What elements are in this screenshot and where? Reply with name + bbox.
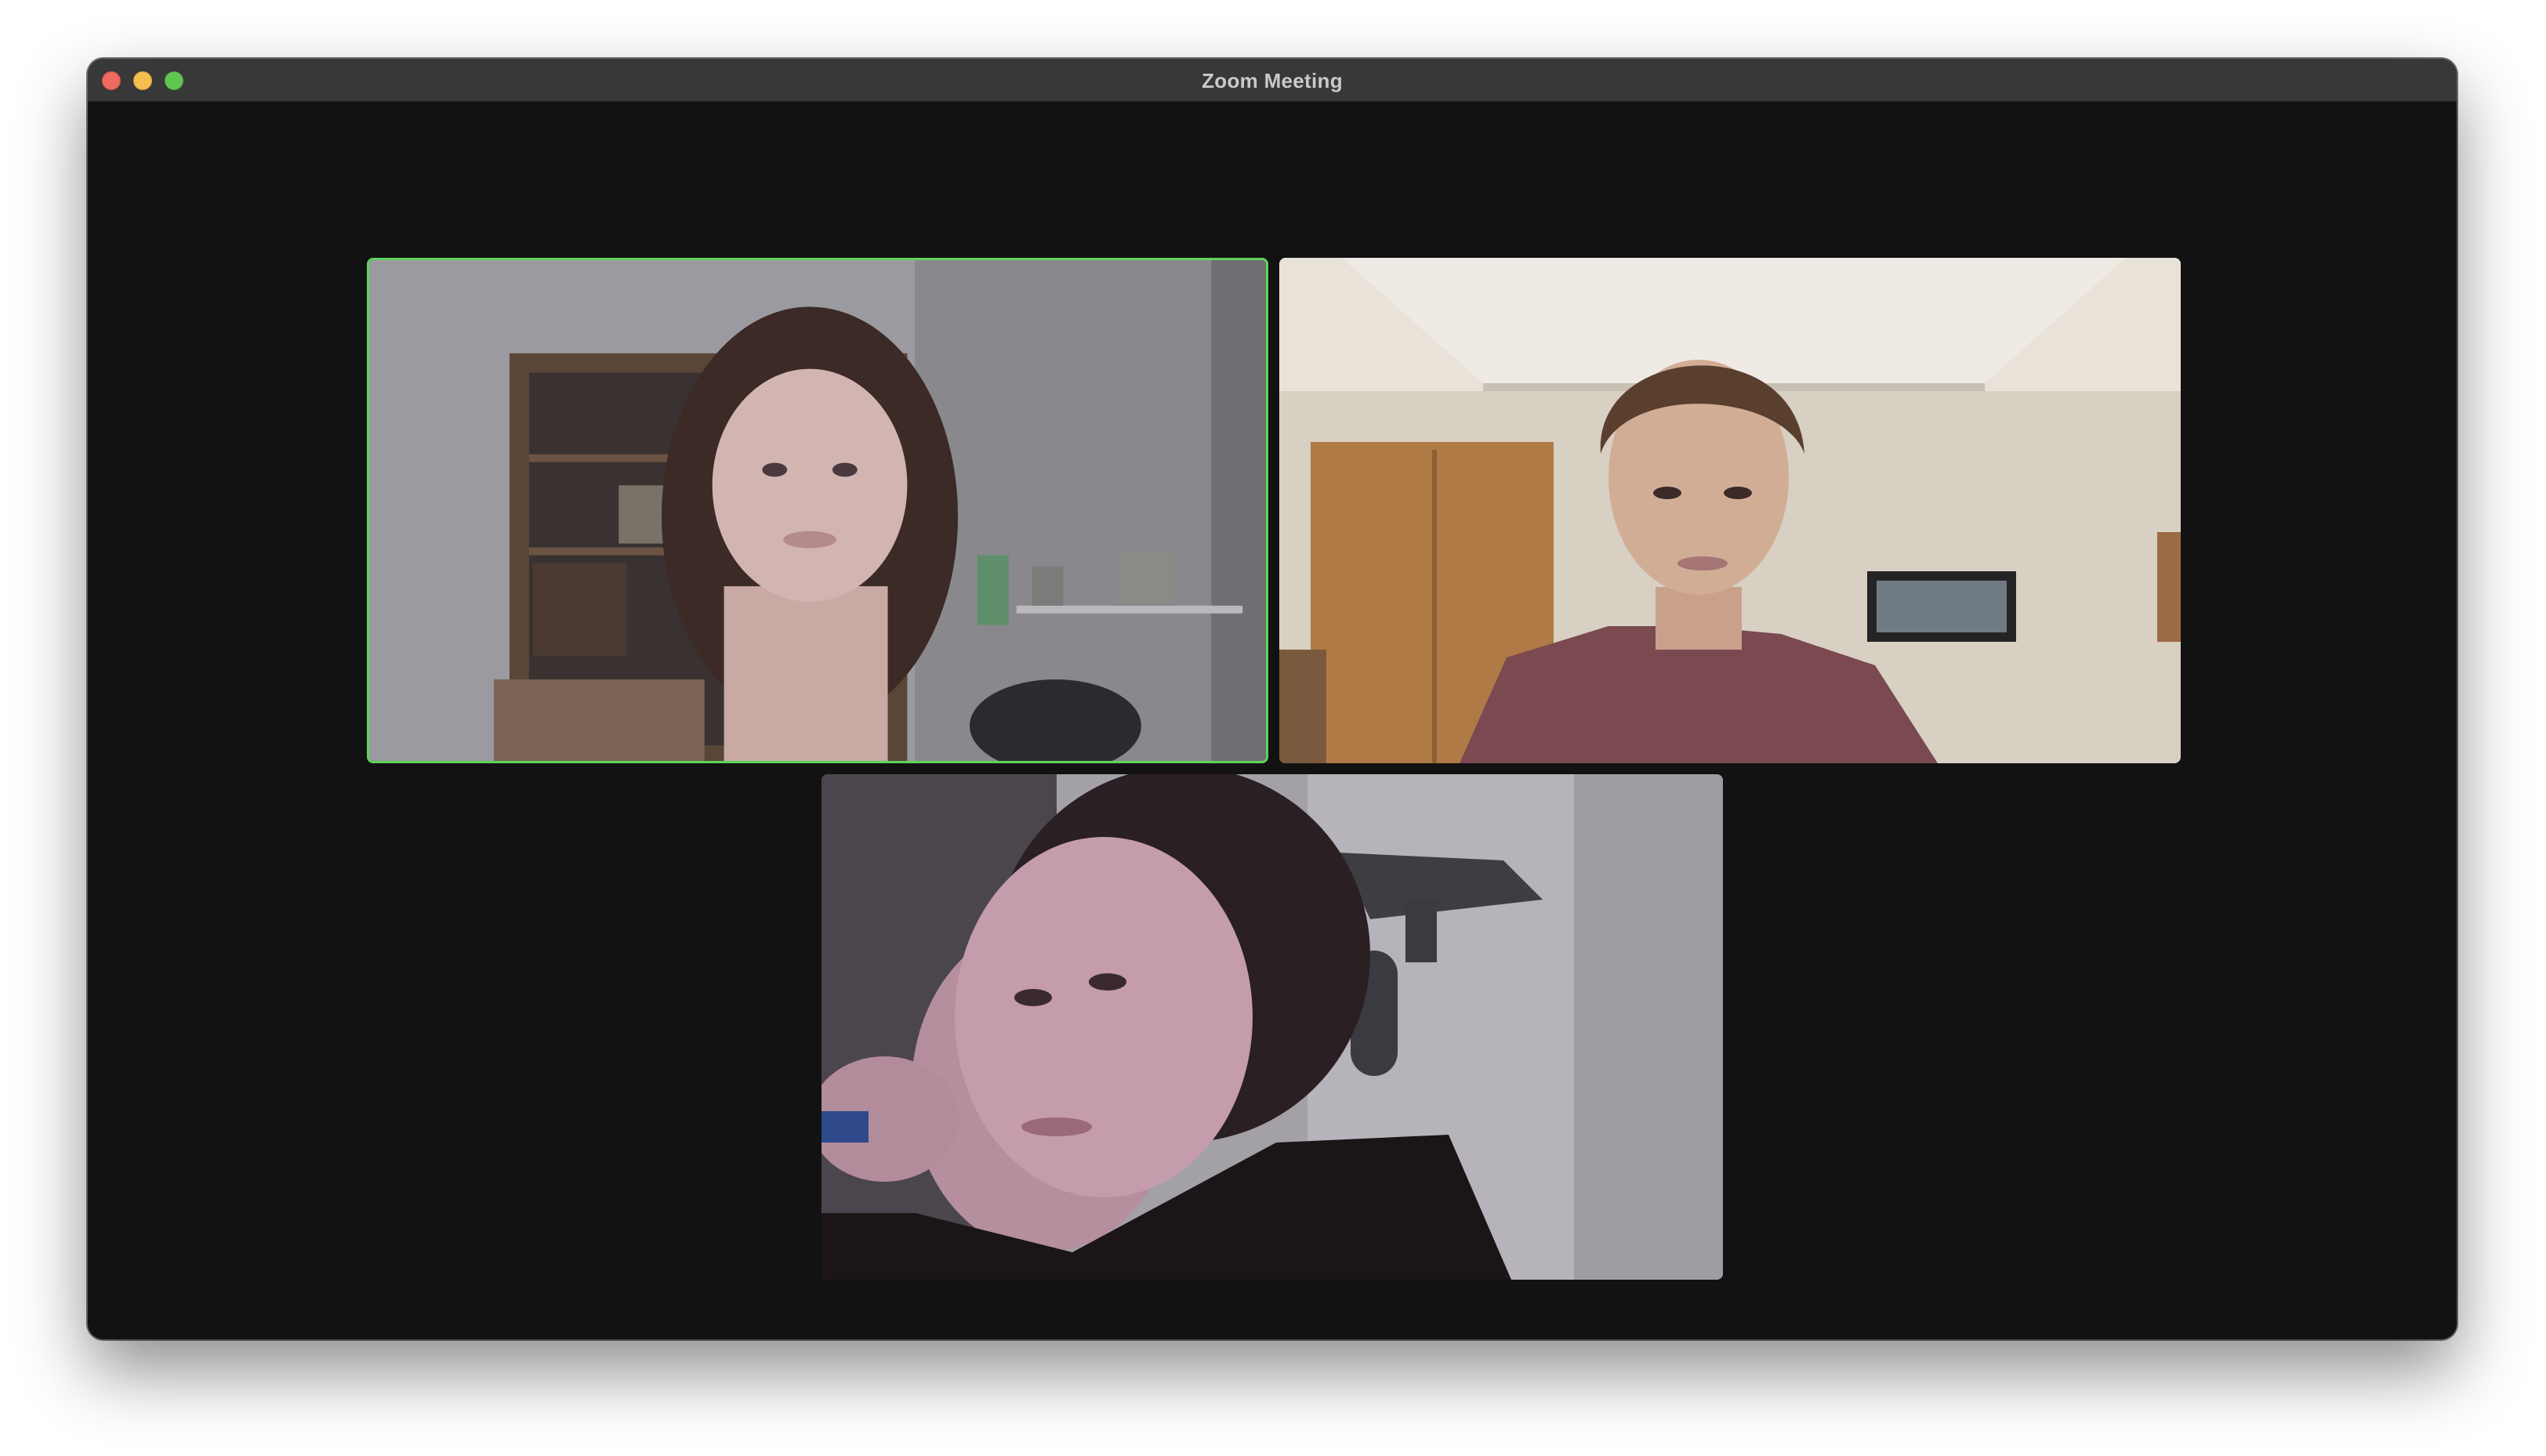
participant-video-2 — [1279, 258, 2181, 763]
gallery-view — [88, 103, 2457, 1339]
participant-video-tile-1[interactable] — [367, 258, 1268, 763]
window-titlebar[interactable]: Zoom Meeting — [88, 59, 2457, 103]
participant-video-1 — [369, 260, 1266, 761]
participant-video-tile-3[interactable] — [821, 774, 1723, 1280]
zoom-meeting-window: Zoom Meeting — [88, 59, 2457, 1339]
participant-video-3 — [821, 774, 1723, 1280]
participant-video-tile-2[interactable] — [1279, 258, 2181, 763]
window-title: Zoom Meeting — [1202, 69, 1343, 92]
